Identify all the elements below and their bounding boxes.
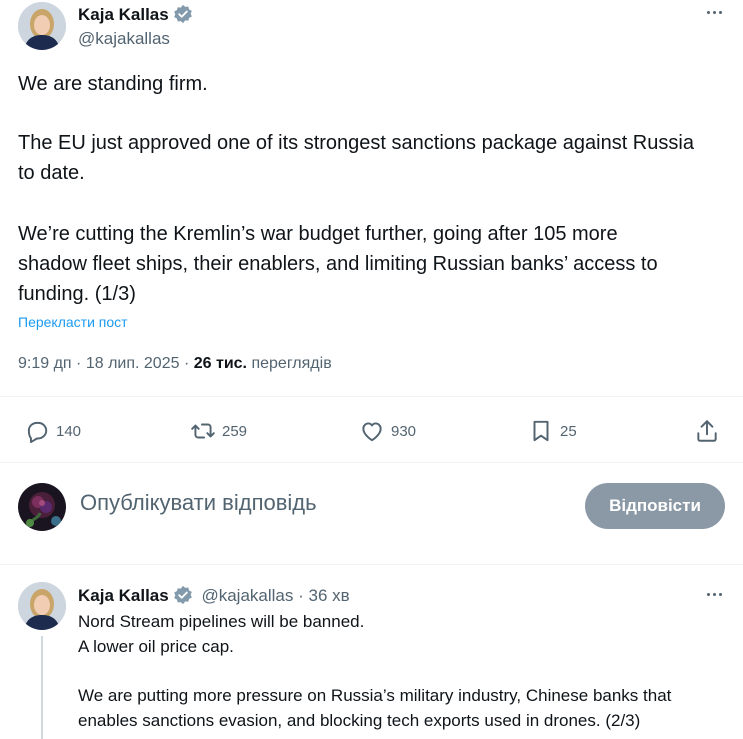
reply-author-handle[interactable]: @kajakallas — [201, 586, 293, 605]
tweet-text-line: We’re cutting the Kremlin’s war budget f… — [18, 223, 618, 245]
tweet-text-line: We are standing firm. — [18, 73, 208, 95]
tweet-time[interactable]: 9:19 дп — [18, 355, 72, 372]
reply-author-avatar[interactable] — [18, 582, 66, 630]
meta-separator: · — [183, 355, 190, 372]
reply-text-line: enables sanctions evasion, and blocking … — [78, 711, 641, 730]
share-icon — [697, 420, 717, 442]
reply-text-line: A lower oil price cap. — [78, 637, 234, 656]
author-name-text: Kaja Kallas — [78, 5, 169, 24]
share-button[interactable] — [694, 418, 720, 444]
tweet-text-line: funding. (1/3) — [18, 283, 136, 305]
reply-composer: Опублікувати відповідь Відповісти — [0, 470, 743, 546]
views-label: переглядів — [251, 355, 332, 372]
repost-icon — [191, 423, 215, 439]
tweet-text-line: The EU just approved one of its stronges… — [18, 132, 694, 154]
author-avatar-image — [18, 2, 66, 50]
reply-text-line: We are putting more pressure on Russia’s… — [78, 686, 672, 705]
repost-button[interactable]: 259 — [190, 418, 247, 444]
reply-text-line: Nord Stream pipelines will be banned. — [78, 612, 365, 631]
bookmark-count: 25 — [560, 422, 577, 440]
thread-connector — [41, 636, 43, 739]
divider — [0, 462, 743, 463]
divider — [0, 396, 743, 397]
tweet-date[interactable]: 18 лип. 2025 — [86, 355, 180, 372]
translate-post-link[interactable]: Перекласти пост — [18, 314, 128, 330]
reply-time-separator: · — [298, 586, 304, 605]
current-user-avatar[interactable] — [18, 483, 66, 531]
like-button[interactable]: 930 — [359, 418, 416, 444]
verified-badge-icon — [173, 585, 192, 605]
reply-count: 140 — [56, 422, 82, 440]
author-avatar[interactable] — [18, 2, 66, 50]
meta-separator: · — [76, 355, 82, 372]
tweet-text-line: shadow fleet ships, their enablers, and … — [18, 253, 658, 275]
action-bar: 140 259 930 25 — [0, 412, 743, 452]
reply-author-avatar-image — [18, 582, 66, 630]
reply-author-header: Kaja Kallas @kajakallas · 36 хв — [78, 585, 350, 606]
reply-author-name[interactable]: Kaja Kallas — [78, 586, 169, 605]
bookmark-icon — [533, 420, 549, 442]
tweet-meta: 9:19 дп · 18 лип. 2025 · 26 тис. перегля… — [18, 355, 332, 373]
author-name[interactable]: Kaja Kallas — [78, 4, 193, 25]
repost-count: 259 — [222, 422, 248, 440]
bookmark-button[interactable]: 25 — [528, 418, 577, 444]
more-icon[interactable] — [702, 2, 726, 22]
reply-submit-button[interactable]: Відповісти — [585, 483, 725, 529]
current-user-avatar-image — [18, 483, 66, 531]
author-handle[interactable]: @kajakallas — [78, 29, 170, 49]
views-count: 26 тис. — [193, 355, 247, 372]
reply-icon — [27, 421, 48, 444]
verified-badge-icon — [173, 4, 192, 24]
like-icon — [362, 422, 382, 442]
reply-input[interactable]: Опублікувати відповідь — [80, 490, 317, 516]
reply-button[interactable]: 140 — [24, 418, 81, 444]
divider — [0, 564, 743, 565]
like-count: 930 — [391, 422, 417, 440]
more-icon[interactable] — [702, 584, 726, 604]
tweet-text-line: to date. — [18, 162, 85, 184]
reply-time-ago[interactable]: 36 хв — [309, 586, 350, 605]
